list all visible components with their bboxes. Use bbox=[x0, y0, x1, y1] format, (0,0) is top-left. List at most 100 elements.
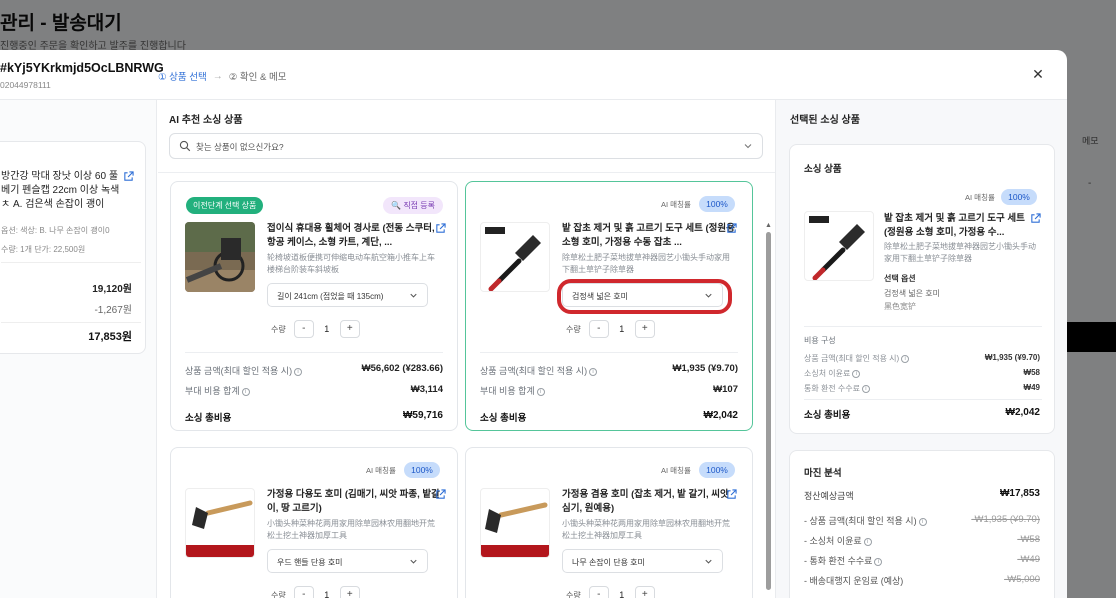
qty-decrease-button[interactable]: - bbox=[588, 586, 609, 598]
ai-match-label: AI 매칭률 bbox=[661, 466, 691, 475]
product-description: 除草松土肥子菜地拔草神器园艺小锄头手动家用下翻土草铲子除草器 bbox=[562, 253, 730, 274]
qty-value[interactable]: 1 bbox=[314, 324, 340, 334]
selected-product-card: 소싱 상품 AI 매칭률 100% 밭 잡초 제거 및 흙 고르기 도구 세트 … bbox=[789, 144, 1055, 434]
manual-register-badge: 🔍 직접 등록 bbox=[383, 197, 443, 214]
margin-row-label: - 통화 환전 수수료 i bbox=[804, 554, 883, 567]
product-thumbnail bbox=[185, 488, 255, 558]
cost-row-value: ₩1,935 (¥9.70) bbox=[984, 353, 1040, 362]
qty-decrease-button[interactable]: - bbox=[293, 320, 314, 338]
sourcing-product-title: 소싱 상품 bbox=[804, 164, 842, 175]
qty-increase-button[interactable]: + bbox=[634, 586, 655, 598]
info-icon[interactable]: i bbox=[861, 384, 870, 393]
highlight-ring bbox=[557, 279, 732, 314]
sourcing-modal: #kYj5YKrkmjd5OcLBNRWG 02044978111 ① 상품 선… bbox=[0, 50, 1067, 598]
info-icon[interactable]: i bbox=[901, 354, 910, 363]
scrollbar-thumb[interactable] bbox=[766, 232, 771, 590]
recommend-list[interactable]: 이전단계 선택 상품 🔍 직접 등록 접이식 휴대용 휠체어 경사로 (전동 스… bbox=[158, 172, 775, 598]
margin-row-value: -₩5,000 bbox=[1004, 574, 1040, 585]
total-cost-value: ₩2,042 bbox=[703, 410, 738, 421]
order-number: 02044978111 bbox=[0, 80, 51, 90]
ai-match-badge: 100% bbox=[1001, 189, 1037, 205]
product-description: 轮椅坡道板便携可伸缩电动车航空箱小推车上车楼梯台阶装车斜坡板 bbox=[267, 253, 435, 274]
option-label: 선택 옵션 bbox=[884, 274, 916, 283]
info-icon[interactable]: i bbox=[852, 369, 861, 378]
extra-cost-label-text: 부대 비용 합계 bbox=[480, 386, 535, 396]
divider bbox=[480, 352, 738, 353]
selected-product-column: 선택된 소싱 상품 소싱 상품 AI 매칭률 100% 밭 잡초 제거 및 흙 … bbox=[775, 100, 1067, 598]
qty-increase-button[interactable]: + bbox=[339, 586, 360, 598]
order-id: #kYj5YKrkmjd5OcLBNRWG bbox=[0, 61, 164, 75]
external-link-icon[interactable] bbox=[1030, 213, 1041, 224]
cost-row-label: 통화 환전 수수료 i bbox=[804, 383, 870, 394]
product-card[interactable]: AI 매칭률 100% 가정용 다용도 호미 (김매기, 씨앗 파종, 밭갈이,… bbox=[170, 447, 458, 598]
section-title-ai-recommend: AI 추천 소싱 상품 bbox=[169, 115, 243, 126]
option-select[interactable]: 길이 241cm (접었을 때 135cm) bbox=[267, 283, 428, 307]
external-link-icon[interactable] bbox=[123, 171, 134, 182]
quantity-stepper: 수량 - 1 + bbox=[566, 320, 655, 338]
qty-decrease-button[interactable]: - bbox=[588, 320, 609, 338]
step-indicator: ① 상품 선택 → ② 확인 & 메모 bbox=[158, 69, 287, 84]
qty-increase-button[interactable]: + bbox=[339, 320, 360, 338]
step-select-product[interactable]: ① 상품 선택 bbox=[158, 69, 207, 83]
product-description: 小锄头种菜种花两用家用除草园林农用翻地开荒松土挖土神器加厚工具 bbox=[562, 519, 730, 540]
margin-row-label-text: - 상품 금액(최대 할인 적용 시) bbox=[804, 516, 917, 526]
order-item-option: 옵션: 색상: B. 나무 손잡이 괭이0 bbox=[1, 226, 110, 235]
order-total: 17,853원 bbox=[88, 331, 132, 343]
product-title: 가정용 겸용 호미 (잡초 제거, 밭 갈기, 씨앗 심기, 원예용) bbox=[562, 489, 729, 514]
qty-value[interactable]: 1 bbox=[314, 590, 340, 598]
product-title: 밭 잡초 제거 및 흙 고르기 도구 세트 (정원용 소형 호미, 가정용 수.… bbox=[884, 213, 1025, 238]
step-confirm-memo[interactable]: ② 확인 & 메모 bbox=[229, 69, 287, 83]
divider bbox=[804, 326, 1042, 327]
external-link-icon[interactable] bbox=[435, 223, 446, 234]
product-card[interactable]: AI 매칭률 100% 가정용 겸용 호미 (잡초 제거, 밭 갈기, 씨앗 심… bbox=[465, 447, 753, 598]
total-cost-value: ₩59,716 bbox=[402, 410, 443, 421]
order-item-column: 방간강 막대 장낫 이상 60 풀베기 펜슬캡 22cm 이상 녹색 ㅊ A. … bbox=[0, 100, 157, 598]
info-icon[interactable]: i bbox=[918, 517, 927, 526]
product-title: 가정용 다용도 호미 (김매기, 씨앗 파종, 밭갈이, 땅 고르기) bbox=[267, 489, 440, 514]
prev-step-badge: 이전단계 선택 상품 bbox=[186, 197, 264, 214]
product-thumbnail bbox=[480, 222, 550, 292]
info-icon[interactable]: i bbox=[863, 537, 872, 546]
chevron-down-icon bbox=[744, 144, 752, 149]
ai-match-badge: 100% bbox=[699, 462, 735, 478]
info-icon[interactable]: i bbox=[294, 367, 303, 376]
margin-row-label: - 배송대행지 운임료 (예상) bbox=[804, 576, 904, 586]
qty-label: 수량 bbox=[271, 324, 286, 334]
margin-row-value: -₩58 bbox=[1017, 534, 1040, 545]
qty-decrease-button[interactable]: - bbox=[293, 586, 314, 598]
extra-cost-label: 부대 비용 합계 i bbox=[185, 384, 250, 397]
option-select[interactable]: 우드 핸들 단용 호미 bbox=[267, 549, 428, 573]
qty-increase-button[interactable]: + bbox=[634, 320, 655, 338]
option-select[interactable]: 나무 손잡이 단용 호미 bbox=[562, 549, 723, 573]
info-icon[interactable]: i bbox=[536, 387, 545, 396]
search-icon bbox=[179, 140, 191, 152]
qty-value[interactable]: 1 bbox=[609, 590, 635, 598]
settle-value: ₩17,853 bbox=[999, 488, 1040, 499]
product-description: 除草松土肥子菜地拔草神器园艺小锄头手动家用下翻土草铲子除草器 bbox=[884, 242, 1036, 263]
quantity-stepper: 수량 - 1 + bbox=[566, 586, 655, 598]
product-card-selected[interactable]: AI 매칭률 100% 밭 잡초 제거 및 흙 고르기 도구 세트 (정원용 소… bbox=[465, 181, 753, 431]
external-link-icon[interactable] bbox=[726, 223, 737, 234]
qty-value[interactable]: 1 bbox=[609, 324, 635, 334]
product-search-select[interactable]: 찾는 상품이 없으신가요? bbox=[169, 133, 763, 159]
product-title: 밭 잡초 제거 및 흙 고르기 도구 세트 (정원용 소형 호미, 가정용 수동… bbox=[562, 223, 735, 248]
margin-row-label: - 상품 금액(최대 할인 적용 시) i bbox=[804, 514, 927, 527]
margin-analysis-card: 마진 분석 정산예상금액 ₩17,853 - 상품 금액(최대 할인 적용 시)… bbox=[789, 450, 1055, 598]
settle-label: 정산예상금액 bbox=[804, 491, 854, 501]
scrollbar[interactable]: ▲ bbox=[765, 222, 772, 598]
product-title: 접이식 휴대용 휠체어 경사로 (전동 스쿠터, 항공 케이스, 소형 카트, … bbox=[267, 223, 435, 248]
close-icon[interactable]: ✕ bbox=[1030, 66, 1046, 82]
margin-analysis-title: 마진 분석 bbox=[804, 468, 842, 479]
divider bbox=[1, 322, 141, 323]
external-link-icon[interactable] bbox=[726, 489, 737, 500]
info-icon[interactable]: i bbox=[241, 387, 250, 396]
product-description: 小锄头种菜种花两用家用除草园林农用翻地开荒松土挖土神器加厚工具 bbox=[267, 519, 435, 540]
info-icon[interactable]: i bbox=[874, 557, 883, 566]
scroll-up-icon[interactable]: ▲ bbox=[765, 222, 772, 229]
info-icon[interactable]: i bbox=[589, 367, 598, 376]
product-card[interactable]: 이전단계 선택 상품 🔍 직접 등록 접이식 휴대용 휠체어 경사로 (전동 스… bbox=[170, 181, 458, 431]
cost-row-label-text: 상품 금액(최대 할인 적용 시) bbox=[804, 354, 900, 363]
external-link-icon[interactable] bbox=[435, 489, 446, 500]
total-cost-label: 소싱 총비용 bbox=[480, 413, 527, 424]
total-cost-label: 소싱 총비용 bbox=[804, 410, 851, 421]
